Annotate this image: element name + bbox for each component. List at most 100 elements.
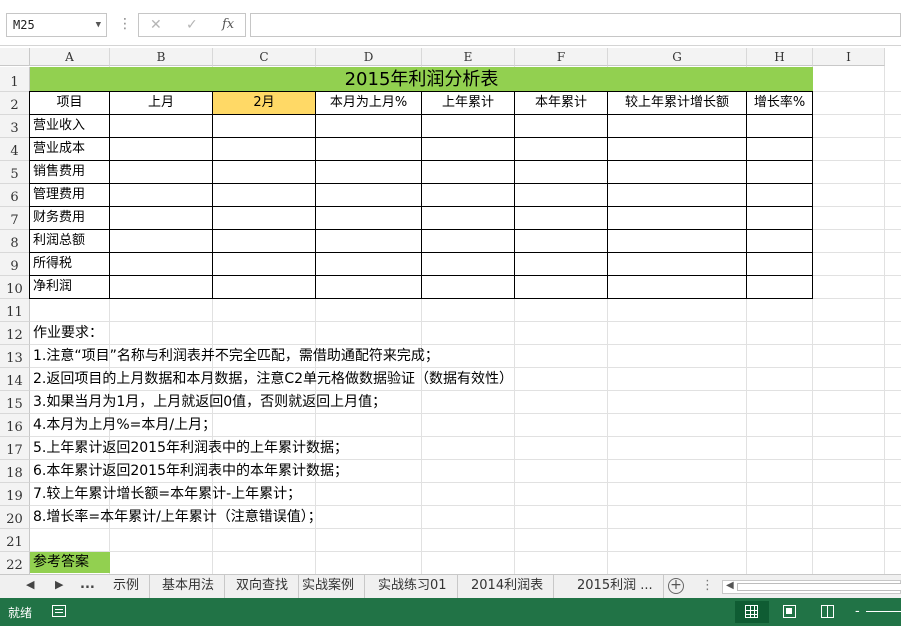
data-cell[interactable] (608, 207, 747, 230)
row-header[interactable]: 20 (0, 506, 30, 529)
data-cell[interactable] (608, 276, 747, 299)
data-cell[interactable] (515, 253, 608, 276)
row-header[interactable]: 15 (0, 391, 30, 414)
data-cell[interactable] (747, 184, 813, 207)
row-header[interactable]: 14 (0, 368, 30, 391)
requirement-note[interactable]: 5.上年累计返回2015年利润表中的上年累计数据； (33, 437, 348, 460)
sheet-tab[interactable]: 2014利润表 (461, 575, 555, 598)
data-cell[interactable] (608, 230, 747, 253)
data-cell[interactable] (747, 138, 813, 161)
data-cell[interactable] (316, 161, 422, 184)
table-header-cell[interactable]: 增长率% (747, 92, 813, 115)
column-header[interactable]: F (515, 48, 608, 66)
requirement-note[interactable]: 作业要求： (33, 322, 103, 345)
data-cell[interactable] (747, 161, 813, 184)
item-label-cell[interactable]: 营业成本 (30, 138, 110, 161)
data-cell[interactable] (110, 184, 213, 207)
data-cell[interactable] (747, 207, 813, 230)
data-cell[interactable] (515, 161, 608, 184)
row-header[interactable]: 2 (0, 92, 30, 115)
select-all-corner[interactable] (0, 48, 30, 66)
column-header[interactable]: D (316, 48, 422, 66)
row-header[interactable]: 9 (0, 253, 30, 276)
data-cell[interactable] (316, 138, 422, 161)
table-header-cell[interactable]: 上月 (110, 92, 213, 115)
table-header-cell[interactable]: 上年累计 (422, 92, 515, 115)
zoom-out-button[interactable]: - (855, 604, 860, 619)
table-title[interactable]: 2015年利润分析表 (30, 67, 813, 92)
next-sheet-icon[interactable]: ▶ (55, 578, 63, 591)
data-cell[interactable] (422, 161, 515, 184)
chevron-down-icon[interactable]: ▼ (96, 14, 101, 36)
requirement-note[interactable]: 2.返回项目的上月数据和本月数据，注意C2单元格做数据验证（数据有效性） (33, 368, 513, 391)
column-header[interactable]: E (422, 48, 515, 66)
data-cell[interactable] (422, 276, 515, 299)
data-cell[interactable] (213, 253, 316, 276)
worksheet-grid[interactable]: A B C D E F G H I 1 2 3 4 5 6 7 8 9 10 11 12 13 14 15 16 17 18 19 20… (0, 48, 901, 574)
data-cell[interactable] (608, 161, 747, 184)
page-break-view-button[interactable] (811, 601, 845, 623)
insert-function-icon[interactable]: fx (222, 17, 234, 32)
more-icon[interactable]: ⋮ (701, 578, 714, 593)
sheet-tab[interactable]: 基本用法 (152, 575, 226, 598)
macro-record-icon[interactable] (52, 605, 66, 617)
row-header[interactable]: 16 (0, 414, 30, 437)
row-header[interactable]: 7 (0, 207, 30, 230)
data-cell[interactable] (110, 115, 213, 138)
data-cell[interactable] (747, 253, 813, 276)
data-cell[interactable] (213, 138, 316, 161)
sheet-tab[interactable]: 双向查找 (226, 575, 300, 598)
data-cell[interactable] (422, 207, 515, 230)
column-header[interactable]: I (813, 48, 885, 66)
name-box[interactable]: M25 ▼ (6, 13, 107, 37)
data-cell[interactable] (110, 253, 213, 276)
data-cell[interactable] (747, 115, 813, 138)
data-cell[interactable] (422, 253, 515, 276)
data-cell[interactable] (213, 230, 316, 253)
sheet-tab[interactable]: 2015利润 ... (567, 575, 664, 598)
sheet-tab[interactable]: 示例 (103, 575, 151, 598)
data-cell[interactable] (515, 230, 608, 253)
row-header[interactable]: 21 (0, 529, 30, 552)
data-cell[interactable] (515, 138, 608, 161)
data-cell[interactable] (316, 276, 422, 299)
data-cell[interactable] (422, 138, 515, 161)
item-label-cell[interactable]: 销售费用 (30, 161, 110, 184)
table-header-cell[interactable]: 较上年累计增长额 (608, 92, 747, 115)
table-header-cell[interactable]: 项目 (30, 92, 110, 115)
requirement-note[interactable]: 7.较上年累计增长额=本年累计-上年累计； (33, 483, 301, 506)
month-selector-cell[interactable]: 2月 (213, 92, 316, 115)
data-cell[interactable] (316, 230, 422, 253)
zoom-slider[interactable] (866, 611, 901, 612)
row-header[interactable]: 12 (0, 322, 30, 345)
row-header[interactable]: 13 (0, 345, 30, 368)
item-label-cell[interactable]: 财务费用 (30, 207, 110, 230)
row-header[interactable]: 17 (0, 437, 30, 460)
more-icon[interactable]: ⋮ (118, 16, 132, 32)
data-cell[interactable] (422, 230, 515, 253)
data-cell[interactable] (213, 207, 316, 230)
data-cell[interactable] (316, 253, 422, 276)
reference-answer-cell[interactable]: 参考答案 (30, 552, 110, 573)
page-layout-view-button[interactable] (773, 601, 807, 623)
data-cell[interactable] (747, 230, 813, 253)
data-cell[interactable] (608, 253, 747, 276)
item-label-cell[interactable]: 所得税 (30, 253, 110, 276)
column-header[interactable]: B (110, 48, 213, 66)
data-cell[interactable] (515, 276, 608, 299)
column-header[interactable]: A (30, 48, 110, 66)
data-cell[interactable] (422, 115, 515, 138)
item-label-cell[interactable]: 利润总额 (30, 230, 110, 253)
horizontal-scrollbar[interactable]: ◀ (722, 580, 901, 594)
requirement-note[interactable]: 3.如果当月为1月，上月就返回0值，否则就返回上月值； (33, 391, 386, 414)
row-header[interactable]: 4 (0, 138, 30, 161)
table-header-cell[interactable]: 本年累计 (515, 92, 608, 115)
row-header[interactable]: 3 (0, 115, 30, 138)
requirement-note[interactable]: 1.注意“项目”名称与利润表并不完全匹配，需借助通配符来完成； (33, 345, 439, 368)
row-header[interactable]: 5 (0, 161, 30, 184)
row-header[interactable]: 11 (0, 299, 30, 322)
data-cell[interactable] (110, 276, 213, 299)
data-cell[interactable] (213, 276, 316, 299)
data-cell[interactable] (515, 115, 608, 138)
add-sheet-icon[interactable]: + (668, 578, 684, 594)
